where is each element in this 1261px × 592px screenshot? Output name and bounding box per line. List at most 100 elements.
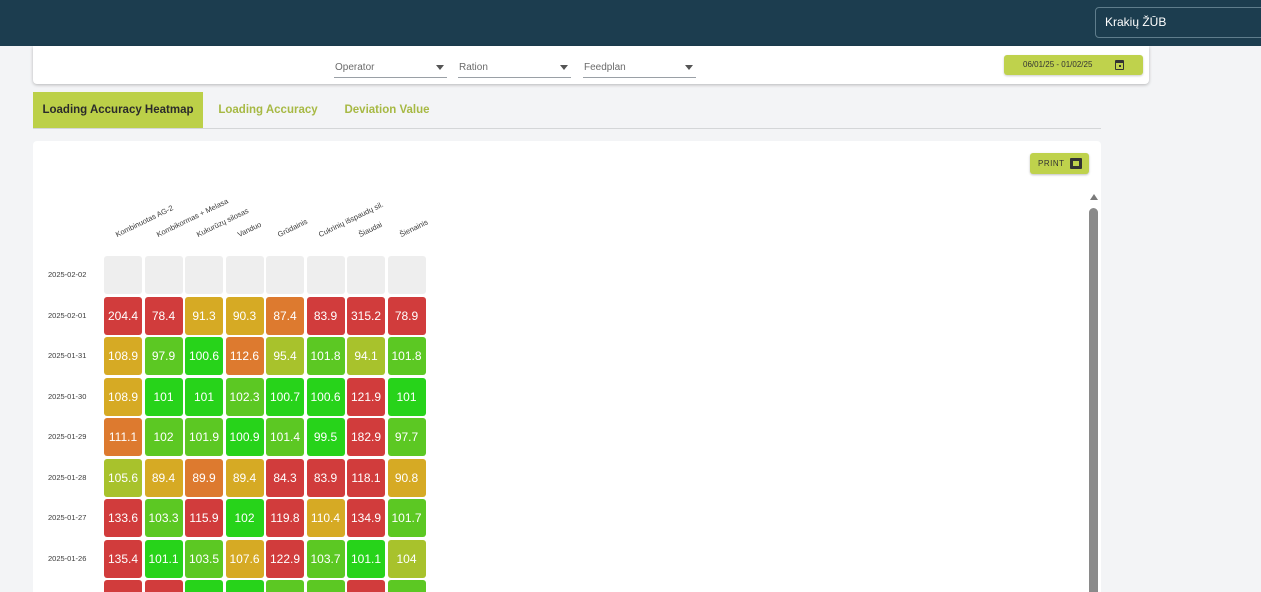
heatmap-cell[interactable]: 118.1	[347, 458, 385, 497]
heatmap-cell[interactable]: 101	[185, 377, 223, 416]
heatmap-cell[interactable]: 182.9	[347, 418, 385, 456]
heatmap-cell[interactable]: 112.6	[225, 337, 264, 375]
row-date-label: 2025-02-01	[48, 310, 87, 320]
heatmap-cell[interactable]	[306, 256, 345, 294]
column-label: Šienainis	[397, 217, 429, 239]
date-range-label: 06/01/25 - 01/02/25	[1023, 60, 1093, 69]
heatmap-cell[interactable]: 134.9	[347, 499, 385, 537]
heatmap-cell[interactable]: 99.5	[306, 418, 345, 456]
heatmap-cell[interactable]: 110.4	[306, 499, 345, 537]
heatmap-cell[interactable]	[347, 256, 385, 294]
heatmap-cell[interactable]: 103.7	[306, 539, 345, 578]
heatmap-cell[interactable]	[266, 256, 304, 294]
heatmap-cell[interactable]: 122.9	[266, 539, 304, 578]
column-label: Cukrinių išspaudų sil.	[316, 199, 385, 239]
heatmap-cell[interactable]	[306, 580, 345, 592]
heatmap-cell[interactable]: 121.9	[347, 377, 385, 416]
heatmap-cell[interactable]: 91.3	[185, 296, 223, 335]
farm-selector[interactable]: Krakių ŽŪB	[1095, 7, 1261, 38]
heatmap-cell[interactable]: 102	[225, 499, 264, 537]
row-date-label: 2025-01-29	[48, 432, 87, 441]
heatmap-cell[interactable]: 102.3	[225, 377, 264, 416]
heatmap-cell[interactable]: 107.6	[225, 539, 264, 578]
feedplan-select[interactable]: Feedplan	[583, 60, 696, 78]
heatmap-cell[interactable]: 101.8	[387, 337, 426, 375]
heatmap-cell[interactable]	[266, 580, 304, 592]
heatmap-cell[interactable]: 100.6	[185, 337, 223, 375]
heatmap-cell[interactable]: 83.9	[306, 458, 345, 497]
heatmap-cell[interactable]: 100.7	[266, 377, 304, 416]
heatmap-cell[interactable]: 90.3	[225, 296, 264, 335]
heatmap-cell[interactable]	[104, 256, 142, 294]
heatmap-cell[interactable]: 89.4	[144, 458, 183, 497]
heatmap-cell[interactable]: 111.1	[104, 418, 142, 456]
heatmap-cell[interactable]: 108.9	[104, 337, 142, 375]
heatmap-cell[interactable]: 95.4	[266, 337, 304, 375]
heatmap-cell[interactable]: 104	[387, 539, 426, 578]
heatmap-cell[interactable]: 101.7	[387, 499, 426, 537]
tab-loading-accuracy-heatmap[interactable]: Loading Accuracy Heatmap	[33, 92, 203, 128]
row-date-label: 2025-01-31	[48, 351, 87, 360]
heatmap-cell[interactable]: 89.9	[185, 458, 223, 497]
heatmap-cell[interactable]: 119.8	[266, 499, 304, 537]
heatmap-cell[interactable]: 89.4	[225, 458, 264, 497]
heatmap-cell[interactable]: 97.7	[387, 418, 426, 456]
heatmap-cell[interactable]	[225, 256, 264, 294]
heatmap-cell[interactable]: 101.1	[144, 539, 183, 578]
heatmap-cell[interactable]: 101.4	[266, 418, 304, 456]
operator-select[interactable]: Operator	[334, 60, 447, 78]
heatmap-cell[interactable]: 90.8	[387, 458, 426, 497]
ration-select[interactable]: Ration	[458, 60, 571, 78]
tab-deviation-value[interactable]: Deviation Value	[335, 92, 439, 128]
heatmap-cell[interactable]: 78.9	[387, 296, 426, 335]
heatmap-cell[interactable]: 101.1	[347, 539, 385, 578]
heatmap-cell[interactable]: 87.4	[266, 296, 304, 335]
heatmap-cell[interactable]: 78.4	[144, 296, 183, 335]
column-label: Kombikormas + Melasa	[154, 196, 230, 239]
operator-placeholder: Operator	[335, 62, 375, 73]
scroll-up-arrow-icon[interactable]	[1090, 194, 1098, 200]
heatmap-cell[interactable]	[225, 580, 264, 592]
heatmap-cell[interactable]	[347, 580, 385, 592]
filter-bar: Operator Ration Feedplan 06/01/25 - 01/0…	[33, 46, 1149, 84]
pdf-icon	[1070, 158, 1082, 169]
tab-loading-accuracy[interactable]: Loading Accuracy	[209, 92, 327, 128]
heatmap-cell[interactable]	[387, 580, 426, 592]
row-date-label: 2025-01-27	[48, 513, 87, 522]
heatmap-cell[interactable]: 94.1	[347, 337, 385, 375]
row-date-label: 2025-01-30	[48, 391, 87, 401]
row-date-label: 2025-01-28	[48, 472, 87, 482]
heatmap-cell[interactable]: 100.6	[306, 377, 345, 416]
heatmap-cell[interactable]: 84.3	[266, 458, 304, 497]
heatmap-cell[interactable]: 83.9	[306, 296, 345, 335]
heatmap-cell[interactable]	[387, 256, 426, 294]
print-label: PRINT	[1038, 159, 1065, 168]
heatmap-cell[interactable]: 97.9	[144, 337, 183, 375]
heatmap-cell[interactable]: 103.3	[144, 499, 183, 537]
heatmap-cell[interactable]: 108.9	[104, 377, 142, 416]
heatmap-cell[interactable]: 101.9	[185, 418, 223, 456]
heatmap-cell[interactable]	[144, 256, 183, 294]
heatmap-cell[interactable]: 101	[144, 377, 183, 416]
tabs-divider	[33, 128, 1101, 129]
heatmap-cell[interactable]: 135.4	[104, 539, 142, 578]
heatmap-cell[interactable]: 115.9	[185, 499, 223, 537]
heatmap-cell[interactable]: 102	[144, 418, 183, 456]
heatmap-cell[interactable]: 204.4	[104, 296, 142, 335]
heatmap-cell[interactable]	[144, 580, 183, 592]
heatmap-cell[interactable]	[185, 256, 223, 294]
heatmap-cell[interactable]	[185, 580, 223, 592]
heatmap-cell[interactable]: 101	[387, 377, 426, 416]
heatmap-cell[interactable]: 100.9	[225, 418, 264, 456]
heatmap-cell[interactable]	[104, 580, 142, 592]
print-button[interactable]: PRINT	[1030, 153, 1089, 174]
heatmap-cell[interactable]: 133.6	[104, 499, 142, 537]
heatmap-cell[interactable]: 101.8	[306, 337, 345, 375]
heatmap-cell[interactable]: 103.5	[185, 539, 223, 578]
heatmap-cell[interactable]: 105.6	[104, 458, 142, 497]
heatmap-panel: PRINT Kombinuotas AG-2 Kombikormas + Mela…	[33, 141, 1101, 592]
scrollbar-thumb[interactable]	[1089, 208, 1098, 592]
dropdown-arrow-icon	[560, 65, 568, 70]
heatmap-cell[interactable]: 315.2	[347, 296, 385, 335]
date-range-button[interactable]: 06/01/25 - 01/02/25	[1004, 55, 1143, 75]
